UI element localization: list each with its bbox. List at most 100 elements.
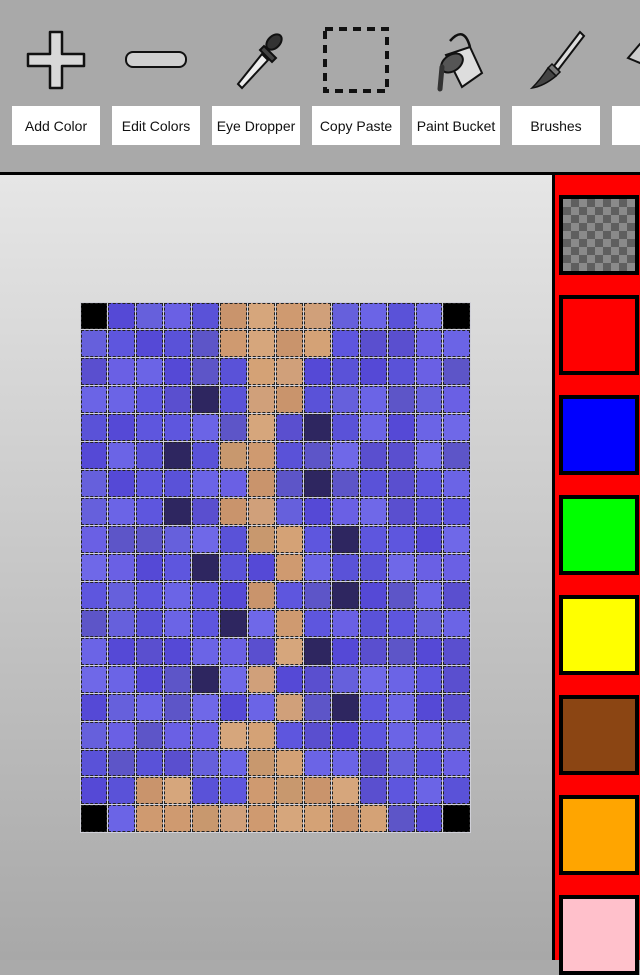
pixel-cell[interactable] [359, 498, 387, 525]
pixel-cell[interactable] [359, 637, 387, 665]
canvas-area[interactable] [0, 175, 552, 960]
pixel-cell[interactable] [331, 665, 359, 693]
pixel-cell[interactable] [108, 581, 136, 609]
pixel-cell[interactable] [192, 414, 220, 442]
pixel-cell[interactable] [220, 414, 248, 442]
pixel-cell[interactable] [359, 386, 387, 414]
pixel-cell[interactable] [331, 358, 359, 386]
pixel-cell[interactable] [387, 721, 415, 749]
pixel-cell[interactable] [192, 749, 220, 777]
copy-paste-tool[interactable]: Copy Paste [312, 0, 400, 160]
pixel-cell[interactable] [164, 749, 192, 777]
pixel-cell[interactable] [136, 330, 164, 358]
pixel-cell[interactable] [108, 805, 136, 833]
pixel-cell[interactable] [359, 470, 387, 498]
pixel-cell[interactable] [303, 414, 331, 442]
pixel-cell[interactable] [80, 386, 108, 414]
pixel-cell[interactable] [136, 386, 164, 414]
pixel-cell[interactable] [220, 526, 248, 553]
pixel-cell[interactable] [275, 805, 303, 833]
pixel-grid[interactable] [80, 302, 471, 833]
pixel-cell[interactable] [387, 581, 415, 609]
pixel-cell[interactable] [387, 358, 415, 386]
pixel-cell[interactable] [136, 526, 164, 553]
color-swatch-orange[interactable] [559, 795, 639, 875]
brushes-button[interactable]: Brushes [512, 106, 600, 145]
pixel-cell[interactable] [303, 553, 331, 581]
pixel-cell[interactable] [443, 693, 471, 721]
pixel-cell[interactable] [359, 609, 387, 637]
pixel-cell[interactable] [443, 805, 471, 833]
pixel-cell[interactable] [108, 414, 136, 442]
pixel-cell[interactable] [331, 414, 359, 442]
pixel-cell[interactable] [192, 665, 220, 693]
pixel-cell[interactable] [80, 553, 108, 581]
pixel-cell[interactable] [415, 302, 443, 330]
pixel-cell[interactable] [192, 358, 220, 386]
pixel-cell[interactable] [443, 470, 471, 498]
pixel-cell[interactable] [331, 609, 359, 637]
pixel-cell[interactable] [108, 330, 136, 358]
pixel-cell[interactable] [220, 805, 248, 833]
pixel-cell[interactable] [415, 498, 443, 525]
pixel-cell[interactable] [331, 693, 359, 721]
pixel-cell[interactable] [443, 302, 471, 330]
pixel-cell[interactable] [192, 693, 220, 721]
pixel-cell[interactable] [275, 526, 303, 553]
pixel-cell[interactable] [303, 358, 331, 386]
pixel-cell[interactable] [248, 414, 275, 442]
pixel-cell[interactable] [303, 637, 331, 665]
pixel-cell[interactable] [108, 721, 136, 749]
pixel-cell[interactable] [275, 386, 303, 414]
color-swatch-green[interactable] [559, 495, 639, 575]
pixel-cell[interactable] [248, 358, 275, 386]
eye-dropper-button[interactable]: Eye Dropper [212, 106, 300, 145]
pixel-cell[interactable] [136, 805, 164, 833]
pixel-cell[interactable] [443, 553, 471, 581]
pixel-cell[interactable] [331, 526, 359, 553]
pixel-cell[interactable] [220, 358, 248, 386]
undo-button[interactable]: U [612, 106, 640, 145]
pixel-cell[interactable] [387, 386, 415, 414]
pixel-cell[interactable] [387, 330, 415, 358]
pixel-cell[interactable] [80, 665, 108, 693]
eye-dropper-tool[interactable]: Eye Dropper [212, 0, 300, 160]
pixel-cell[interactable] [275, 414, 303, 442]
pixel-cell[interactable] [80, 609, 108, 637]
pixel-cell[interactable] [248, 442, 275, 470]
pixel-cell[interactable] [192, 526, 220, 553]
pixel-cell[interactable] [136, 749, 164, 777]
pixel-cell[interactable] [443, 721, 471, 749]
pixel-cell[interactable] [108, 693, 136, 721]
pixel-cell[interactable] [415, 805, 443, 833]
pixel-cell[interactable] [164, 498, 192, 525]
pixel-cell[interactable] [443, 386, 471, 414]
pixel-cell[interactable] [192, 805, 220, 833]
pixel-cell[interactable] [192, 498, 220, 525]
pixel-cell[interactable] [248, 749, 275, 777]
pixel-cell[interactable] [80, 693, 108, 721]
pixel-cell[interactable] [220, 581, 248, 609]
pixel-cell[interactable] [164, 470, 192, 498]
pixel-cell[interactable] [443, 526, 471, 553]
pixel-cell[interactable] [275, 609, 303, 637]
pixel-cell[interactable] [387, 442, 415, 470]
pixel-cell[interactable] [387, 609, 415, 637]
pixel-cell[interactable] [303, 749, 331, 777]
pixel-cell[interactable] [136, 665, 164, 693]
pixel-cell[interactable] [331, 805, 359, 833]
pixel-cell[interactable] [443, 358, 471, 386]
pixel-cell[interactable] [248, 777, 275, 805]
pixel-cell[interactable] [275, 553, 303, 581]
pixel-cell[interactable] [331, 330, 359, 358]
pixel-cell[interactable] [80, 358, 108, 386]
pixel-cell[interactable] [275, 693, 303, 721]
pixel-cell[interactable] [248, 553, 275, 581]
pixel-cell[interactable] [415, 526, 443, 553]
pixel-cell[interactable] [248, 665, 275, 693]
pixel-cell[interactable] [80, 721, 108, 749]
pixel-cell[interactable] [387, 302, 415, 330]
pixel-cell[interactable] [80, 777, 108, 805]
pixel-cell[interactable] [387, 777, 415, 805]
pixel-cell[interactable] [108, 358, 136, 386]
